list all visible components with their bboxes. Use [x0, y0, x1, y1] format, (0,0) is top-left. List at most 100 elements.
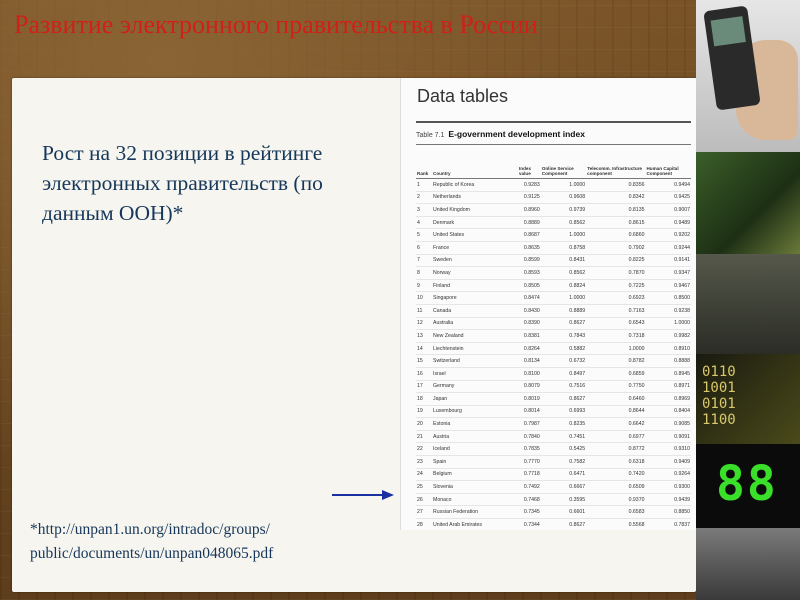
- table-cell: Norway: [432, 266, 518, 280]
- table-cell: 19: [416, 405, 432, 419]
- table-row: 14 Liechtenstein 0.8264 0.5882 1.0000 0.8910: [416, 342, 691, 356]
- table-cell: 0.6977: [586, 430, 646, 444]
- table-cell: 0.5882: [540, 342, 587, 356]
- table-cell: 13: [416, 329, 432, 343]
- table-cell: Australia: [432, 317, 518, 331]
- table-cell: 0.8615: [586, 216, 646, 230]
- table-cell: 0.9310: [645, 442, 691, 457]
- table-row: 23 Spain 0.7770 0.7582 0.6318 0.9409: [416, 455, 691, 469]
- table-cell: 0.8430: [518, 304, 541, 318]
- table-cell: 0.8772: [586, 442, 646, 457]
- table-cell: 0.8474: [518, 291, 541, 305]
- table-cell: 0.9739: [540, 203, 587, 217]
- egov-data-table-image: Data tables Table 7.1 E-government develo…: [400, 78, 697, 530]
- divider: [416, 121, 691, 123]
- mobile-phone-photo: [696, 0, 800, 152]
- footnote-link-line2[interactable]: public/documents/un/unpan048065.pdf: [30, 542, 273, 566]
- table-cell: Israel: [432, 367, 518, 381]
- table-row: 15 Switzerland 0.8134 0.6732 0.8782 0.8888: [416, 354, 691, 368]
- table-cell: 0.7344: [518, 518, 541, 530]
- table-cell: 1.0000: [540, 291, 587, 305]
- table-cell: 0.6601: [540, 505, 587, 520]
- circuit-board-photo: [696, 152, 800, 254]
- table-cell: 0.6509: [586, 480, 646, 494]
- table-cell: 0.9125: [518, 191, 541, 205]
- table-cell: 0.8945: [645, 367, 691, 381]
- table-cell: 0.7516: [540, 380, 587, 394]
- table-cell: 0.8497: [540, 367, 587, 381]
- arrow-right-icon: [332, 490, 394, 500]
- table-row: 6 France 0.8635 0.8758 0.7902 0.9244: [416, 241, 691, 255]
- table-cell: 0.6860: [586, 228, 646, 242]
- table-cell: 0.9489: [645, 216, 691, 230]
- table-cell: New Zealand: [432, 329, 518, 343]
- egov-index-table: Rank Country Index value Online Service Com…: [416, 146, 691, 530]
- table-row: 18 Japan 0.8019 0.8627 0.6460 0.8969: [416, 392, 691, 406]
- table-cell: Iceland: [432, 442, 518, 457]
- table-row: 19 Luxembourg 0.8014 0.6993 0.8644 0.8404: [416, 405, 691, 419]
- table-cell: 0.7318: [586, 329, 646, 343]
- table-cell: 0.6732: [540, 354, 587, 368]
- table-cell: 0.8342: [586, 191, 646, 205]
- table-cell: 10: [416, 291, 432, 305]
- table-cell: 22: [416, 442, 432, 457]
- table-cell: Austria: [432, 430, 518, 444]
- table-cell: 0.8431: [540, 254, 587, 268]
- binary-text: 0110 1001 0101 1100: [702, 364, 736, 428]
- table-cell: 0.6859: [586, 367, 646, 381]
- table-row: 7 Sweden 0.8599 0.8431 0.8225 0.9141: [416, 254, 691, 268]
- table-cell: 0.8562: [540, 216, 587, 230]
- table-cell: 0.9264: [645, 468, 691, 482]
- table-cell: 0.6318: [586, 455, 646, 469]
- footnote-link-line1[interactable]: *http://unpan1.un.org/intradoc/groups/: [30, 518, 273, 542]
- table-row: 28 United Arab Emirates 0.7344 0.8627 0.5568…: [416, 518, 691, 530]
- table-row: 12 Australia 0.8390 0.8627 0.6543 1.0000: [416, 317, 691, 331]
- table-row: 27 Russian Federation 0.7345 0.6601 0.6583 0.…: [416, 505, 691, 520]
- table-cell: 0.9347: [645, 266, 691, 280]
- table-cell: 0.8381: [518, 329, 541, 343]
- table-cell: 0.8135: [586, 203, 646, 217]
- table-cell: Switzerland: [432, 354, 518, 368]
- table-cell: Russian Federation: [432, 505, 518, 520]
- binary-code-photo: 0110 1001 0101 1100: [696, 354, 800, 444]
- table-cell: 0.7835: [518, 442, 541, 457]
- table-cell: 0.8782: [586, 354, 646, 368]
- table-cell: 0.9091: [645, 430, 691, 444]
- table-cell: 28: [416, 518, 432, 530]
- table-caption: Table 7.1 E-government development index: [416, 129, 585, 139]
- table-row: 13 New Zealand 0.8381 0.7843 0.7318 0.9982: [416, 329, 691, 343]
- table-cell: Luxembourg: [432, 405, 518, 419]
- table-cell: 0.8593: [518, 266, 541, 280]
- table-cell: 27: [416, 505, 432, 520]
- table-cell: Republic of Korea: [432, 178, 518, 192]
- table-cell: 0.9439: [645, 493, 691, 507]
- table-row: 25 Slovenia 0.7492 0.6667 0.6509 0.9300: [416, 480, 691, 494]
- table-cell: 0.6923: [586, 291, 646, 305]
- table-cell: 0.7870: [586, 266, 646, 280]
- table-column-header: Country: [432, 146, 518, 179]
- table-cell: Monaco: [432, 493, 518, 507]
- table-cell: 17: [416, 380, 432, 394]
- table-cell: 21: [416, 430, 432, 444]
- table-row: 5 United States 0.8687 1.0000 0.6860 0.9202: [416, 228, 691, 242]
- table-cell: 26: [416, 493, 432, 507]
- table-row: 3 United Kingdom 0.8960 0.9739 0.8135 0.9007: [416, 203, 691, 217]
- table-cell: 0.8627: [540, 392, 587, 406]
- table-cell: 24: [416, 468, 432, 482]
- table-cell: 0.8960: [518, 203, 541, 217]
- table-cell: 0.8100: [518, 367, 541, 381]
- table-cell: 0.8505: [518, 279, 541, 293]
- table-cell: 0.8969: [645, 392, 691, 406]
- table-cell: 0.3595: [540, 493, 587, 507]
- table-cell: 7: [416, 254, 432, 268]
- table-row: 17 Germany 0.8079 0.7516 0.7750 0.8971: [416, 380, 691, 394]
- table-cell: 0.8500: [645, 291, 691, 305]
- table-cell: 0.8264: [518, 342, 541, 356]
- table-cell: 0.6460: [586, 392, 646, 406]
- table-cell: 16: [416, 367, 432, 381]
- data-tables-heading: Data tables: [417, 86, 509, 106]
- table-cell: 0.8356: [586, 178, 646, 192]
- table-cell: 0.7987: [518, 417, 541, 431]
- table-cell: France: [432, 241, 518, 255]
- table-cell: 0.8134: [518, 354, 541, 368]
